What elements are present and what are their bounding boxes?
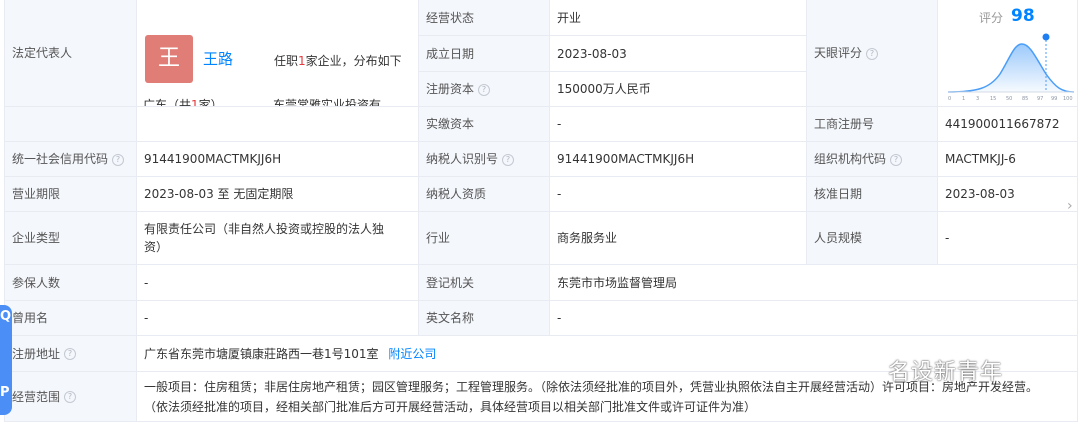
help-icon[interactable]: ? bbox=[478, 83, 491, 96]
legal-rep-tenure: 任职1家企业，分布如下 bbox=[274, 54, 402, 68]
orgcode-value: MACTMKJJ-6 bbox=[937, 141, 1078, 177]
credit-code-value: 91441900MACTMKJJ6H bbox=[136, 141, 419, 177]
watermark-text: 名设新青年 bbox=[888, 360, 1004, 385]
engname-label: 英文名称 bbox=[418, 300, 550, 336]
taxid-value: 91441900MACTMKJJ6H bbox=[549, 141, 807, 177]
regno-value: 441900011667872 bbox=[937, 106, 1078, 142]
address-label: 注册地址? bbox=[4, 335, 137, 372]
insured-label: 参保人数 bbox=[4, 264, 137, 301]
score-label: 评分 bbox=[979, 11, 1004, 25]
side-widget-text: Q bbox=[0, 309, 12, 324]
legal-rep-name-link[interactable]: 王路 bbox=[203, 50, 233, 68]
scroll-right-icon[interactable]: › bbox=[1067, 198, 1080, 226]
axis-tick: 99 bbox=[1051, 96, 1057, 102]
approved-label: 核准日期 bbox=[806, 176, 938, 212]
legal-rep-cell: 王 王路 任职1家企业，分布如下 广东（共1家） 东莞棠雅实业投资有… bbox=[136, 0, 419, 107]
paid-capital-label: 实缴资本 bbox=[418, 106, 550, 142]
help-icon[interactable]: ? bbox=[112, 153, 125, 166]
help-icon[interactable]: ? bbox=[64, 348, 77, 360]
insured-value: - bbox=[136, 264, 419, 301]
legal-rep-cell-cont bbox=[136, 106, 419, 142]
regno-label: 工商注册号 bbox=[806, 106, 938, 142]
side-widget-text: P bbox=[0, 385, 10, 400]
scope-label: 经营范围? bbox=[4, 371, 137, 422]
status-value: 开业 bbox=[549, 0, 807, 36]
term-value: 2023-08-03 至 无固定期限 bbox=[136, 176, 419, 212]
formername-value: - bbox=[136, 300, 419, 336]
industry-label: 行业 bbox=[418, 211, 550, 265]
axis-tick: 100 bbox=[1063, 96, 1073, 102]
axis-tick: 3 bbox=[976, 96, 979, 102]
help-icon[interactable]: ? bbox=[502, 153, 515, 166]
term-label: 营业期限 bbox=[4, 176, 137, 212]
tianyan-score-cell[interactable]: 评分 98 0 1 3 15 50 85 97 99 100 bbox=[937, 0, 1078, 107]
engname-value: - bbox=[549, 300, 1078, 336]
staff-label: 人员规模 bbox=[806, 211, 938, 265]
paid-capital-value: - bbox=[549, 106, 807, 142]
industry-value: 商务服务业 bbox=[549, 211, 807, 265]
score-distribution-chart: 0 1 3 15 50 85 97 99 100 bbox=[947, 33, 1075, 102]
capital-value: 150000万人民币 bbox=[549, 71, 807, 107]
founded-value: 2023-08-03 bbox=[549, 35, 807, 72]
tianyan-score-label: 天眼评分? bbox=[806, 0, 938, 107]
approved-value: 2023-08-03 bbox=[937, 176, 1078, 212]
axis-tick: 15 bbox=[990, 96, 996, 102]
axis-tick: 1 bbox=[962, 96, 965, 102]
axis-tick: 0 bbox=[948, 96, 951, 102]
taxqual-value: - bbox=[549, 176, 807, 212]
capital-label: 注册资本? bbox=[418, 71, 550, 107]
score-value: 98 bbox=[1011, 6, 1035, 26]
founded-label: 成立日期 bbox=[418, 35, 550, 72]
axis-tick: 97 bbox=[1037, 96, 1043, 102]
regauth-label: 登记机关 bbox=[418, 264, 550, 301]
nearby-companies-link[interactable]: 附近公司 bbox=[388, 347, 436, 361]
status-label: 经营状态 bbox=[418, 0, 550, 36]
help-icon[interactable]: ? bbox=[866, 47, 879, 60]
legal-rep-label-cont bbox=[4, 106, 137, 142]
axis-tick: 50 bbox=[1006, 96, 1012, 102]
formername-label: 曾用名 bbox=[4, 300, 137, 336]
floating-side-widget[interactable]: Q P bbox=[0, 305, 12, 415]
taxid-label: 纳税人识别号? bbox=[418, 141, 550, 177]
help-icon[interactable]: ? bbox=[64, 391, 77, 403]
credit-code-label: 统一社会信用代码? bbox=[4, 141, 137, 177]
axis-tick: 85 bbox=[1022, 96, 1028, 102]
type-label: 企业类型 bbox=[4, 211, 137, 265]
legal-rep-company-link[interactable]: 东莞棠雅实业投资有… bbox=[273, 96, 393, 106]
type-value: 有限责任公司（非自然人投资或控股的法人独 资） bbox=[136, 211, 419, 265]
legal-rep-region: 广东（共1家） bbox=[143, 98, 223, 107]
regauth-value: 东莞市市场监督管理局 bbox=[549, 264, 1078, 301]
help-icon[interactable]: ? bbox=[890, 153, 903, 166]
legal-rep-avatar[interactable]: 王 bbox=[145, 35, 193, 83]
taxqual-label: 纳税人资质 bbox=[418, 176, 550, 212]
score-marker-pin bbox=[1042, 33, 1050, 41]
legal-rep-label: 法定代表人 bbox=[4, 0, 137, 107]
orgcode-label: 组织机构代码? bbox=[806, 141, 938, 177]
staff-value: - bbox=[937, 211, 1078, 265]
